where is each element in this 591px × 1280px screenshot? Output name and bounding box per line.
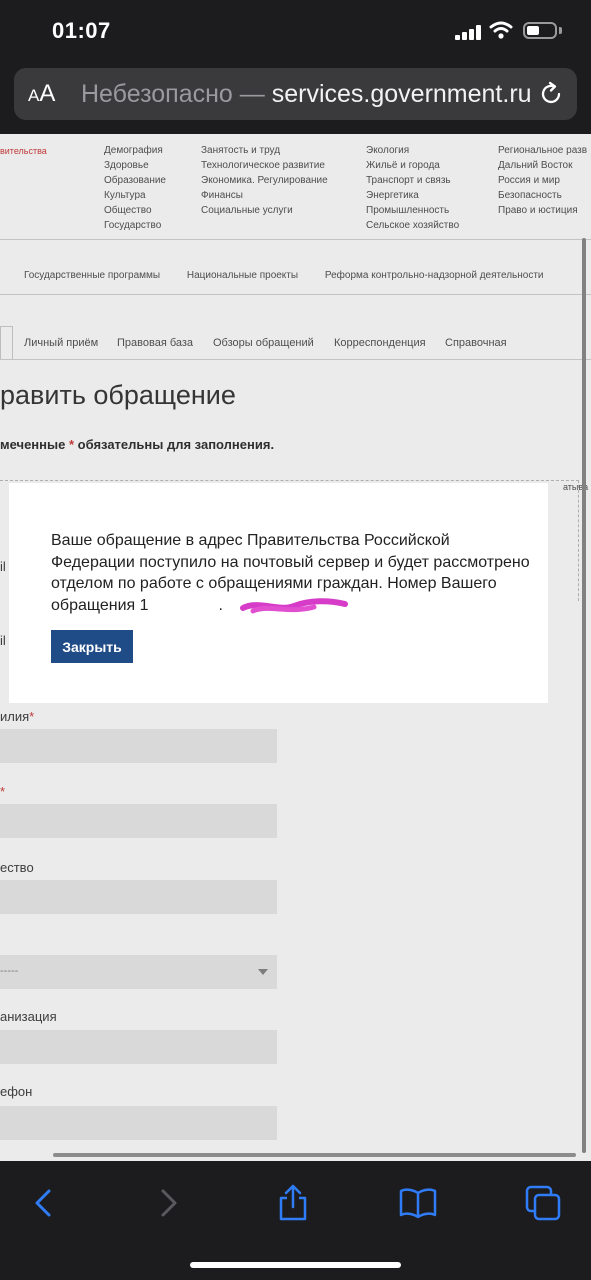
share-icon[interactable]: [273, 1183, 313, 1223]
bookmarks-icon[interactable]: [398, 1183, 438, 1223]
back-icon[interactable]: [24, 1183, 64, 1223]
close-button[interactable]: Закрыть: [51, 630, 133, 663]
reader-options-button[interactable]: AA: [28, 80, 55, 108]
tabs-icon[interactable]: [523, 1183, 563, 1223]
cellular-signal-icon: [455, 24, 481, 40]
battery-icon: [523, 22, 557, 39]
battery-nub: [559, 27, 562, 34]
reload-icon[interactable]: [538, 81, 564, 107]
wifi-icon: [489, 21, 513, 39]
address-bar[interactable]: AA Небезопасно — services.government.ru: [14, 68, 577, 120]
status-bar: 01:07: [0, 0, 591, 62]
web-page: вительства Демография Здоровье Образован…: [0, 134, 591, 1161]
redaction-scribble: [240, 598, 348, 614]
address-bar-area: AA Небезопасно — services.government.ru: [0, 62, 591, 134]
forward-icon[interactable]: [148, 1183, 188, 1223]
status-time: 01:07: [52, 18, 111, 43]
horizontal-scrollbar[interactable]: [53, 1153, 576, 1157]
confirmation-modal: Ваше обращение в адрес Правительства Рос…: [9, 483, 548, 703]
url-text[interactable]: Небезопасно — services.government.ru: [81, 80, 532, 109]
home-indicator: [190, 1262, 401, 1268]
url-domain: services.government.ru: [271, 80, 532, 108]
insecure-label: Небезопасно —: [81, 80, 265, 108]
